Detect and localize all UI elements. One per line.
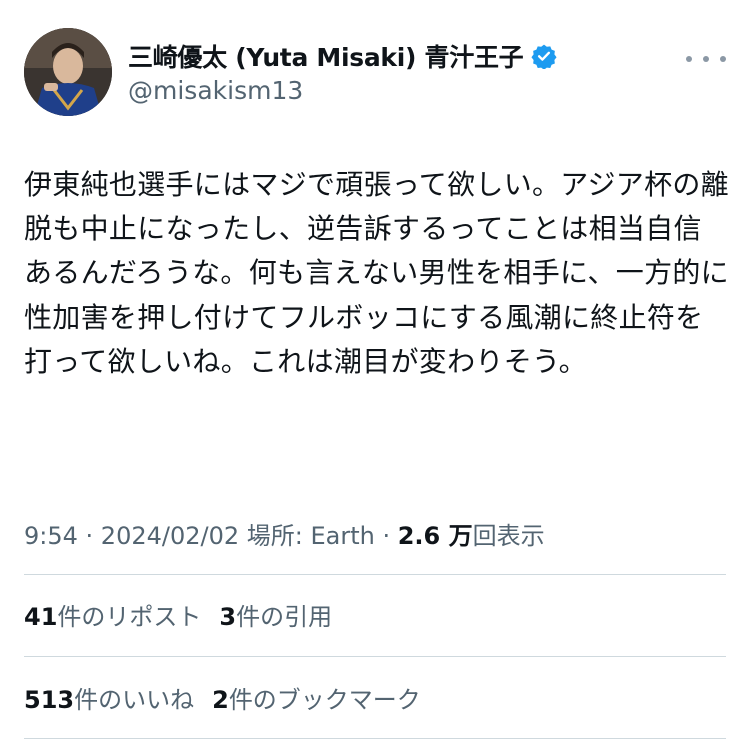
reposts-count: 41 <box>24 603 58 631</box>
quotes-label: 件の引用 <box>236 603 333 631</box>
verified-badge-icon <box>531 44 557 69</box>
tweet-text: 伊東純也選手にはマジで頑張って欲しい。アジア杯の離脱も中止になったし、逆告訴する… <box>24 168 729 378</box>
author-handle[interactable]: @misakism13 <box>128 76 303 105</box>
likes-count: 513 <box>24 686 75 714</box>
likes-stat[interactable]: 513件のいいね <box>24 680 194 715</box>
tweet-time[interactable]: 9:54 <box>24 522 78 550</box>
divider <box>24 656 726 657</box>
quotes-count: 3 <box>219 603 237 631</box>
meta-separator: · <box>77 522 101 550</box>
bookmarks-label: 件のブックマーク <box>228 686 421 714</box>
avatar[interactable] <box>24 28 112 116</box>
reposts-stat[interactable]: 41件のリポスト <box>24 597 201 632</box>
tweet-meta: 9:54 · 2024/02/02 場所: Earth · 2.6 万回表示 <box>24 516 545 551</box>
views-count: 2.6 万 <box>397 522 473 550</box>
views-label: 回表示 <box>472 522 545 550</box>
bookmarks-stat[interactable]: 2件のブックマーク <box>212 680 421 715</box>
quotes-stat[interactable]: 3件の引用 <box>219 597 332 632</box>
bookmarks-count: 2 <box>212 686 229 714</box>
avatar-image <box>24 28 112 116</box>
likes-label: 件のいいね <box>74 686 195 714</box>
divider <box>24 738 726 739</box>
tweet-location: 場所: Earth <box>239 522 375 550</box>
author-display-name[interactable]: 三崎優太 (Yuta Misaki) 青汁王子 <box>128 38 524 74</box>
author-header: 三崎優太 (Yuta Misaki) 青汁王子 <box>128 38 557 74</box>
stats-row-reposts: 41件のリポスト 3件の引用 <box>24 597 350 632</box>
stats-row-likes: 513件のいいね 2件のブックマーク <box>24 680 439 715</box>
more-options-icon[interactable] <box>686 52 726 66</box>
meta-separator: · <box>374 522 398 550</box>
reposts-label: 件のリポスト <box>57 603 202 631</box>
tweet-date[interactable]: 2024/02/02 <box>101 522 239 550</box>
divider <box>24 574 726 575</box>
